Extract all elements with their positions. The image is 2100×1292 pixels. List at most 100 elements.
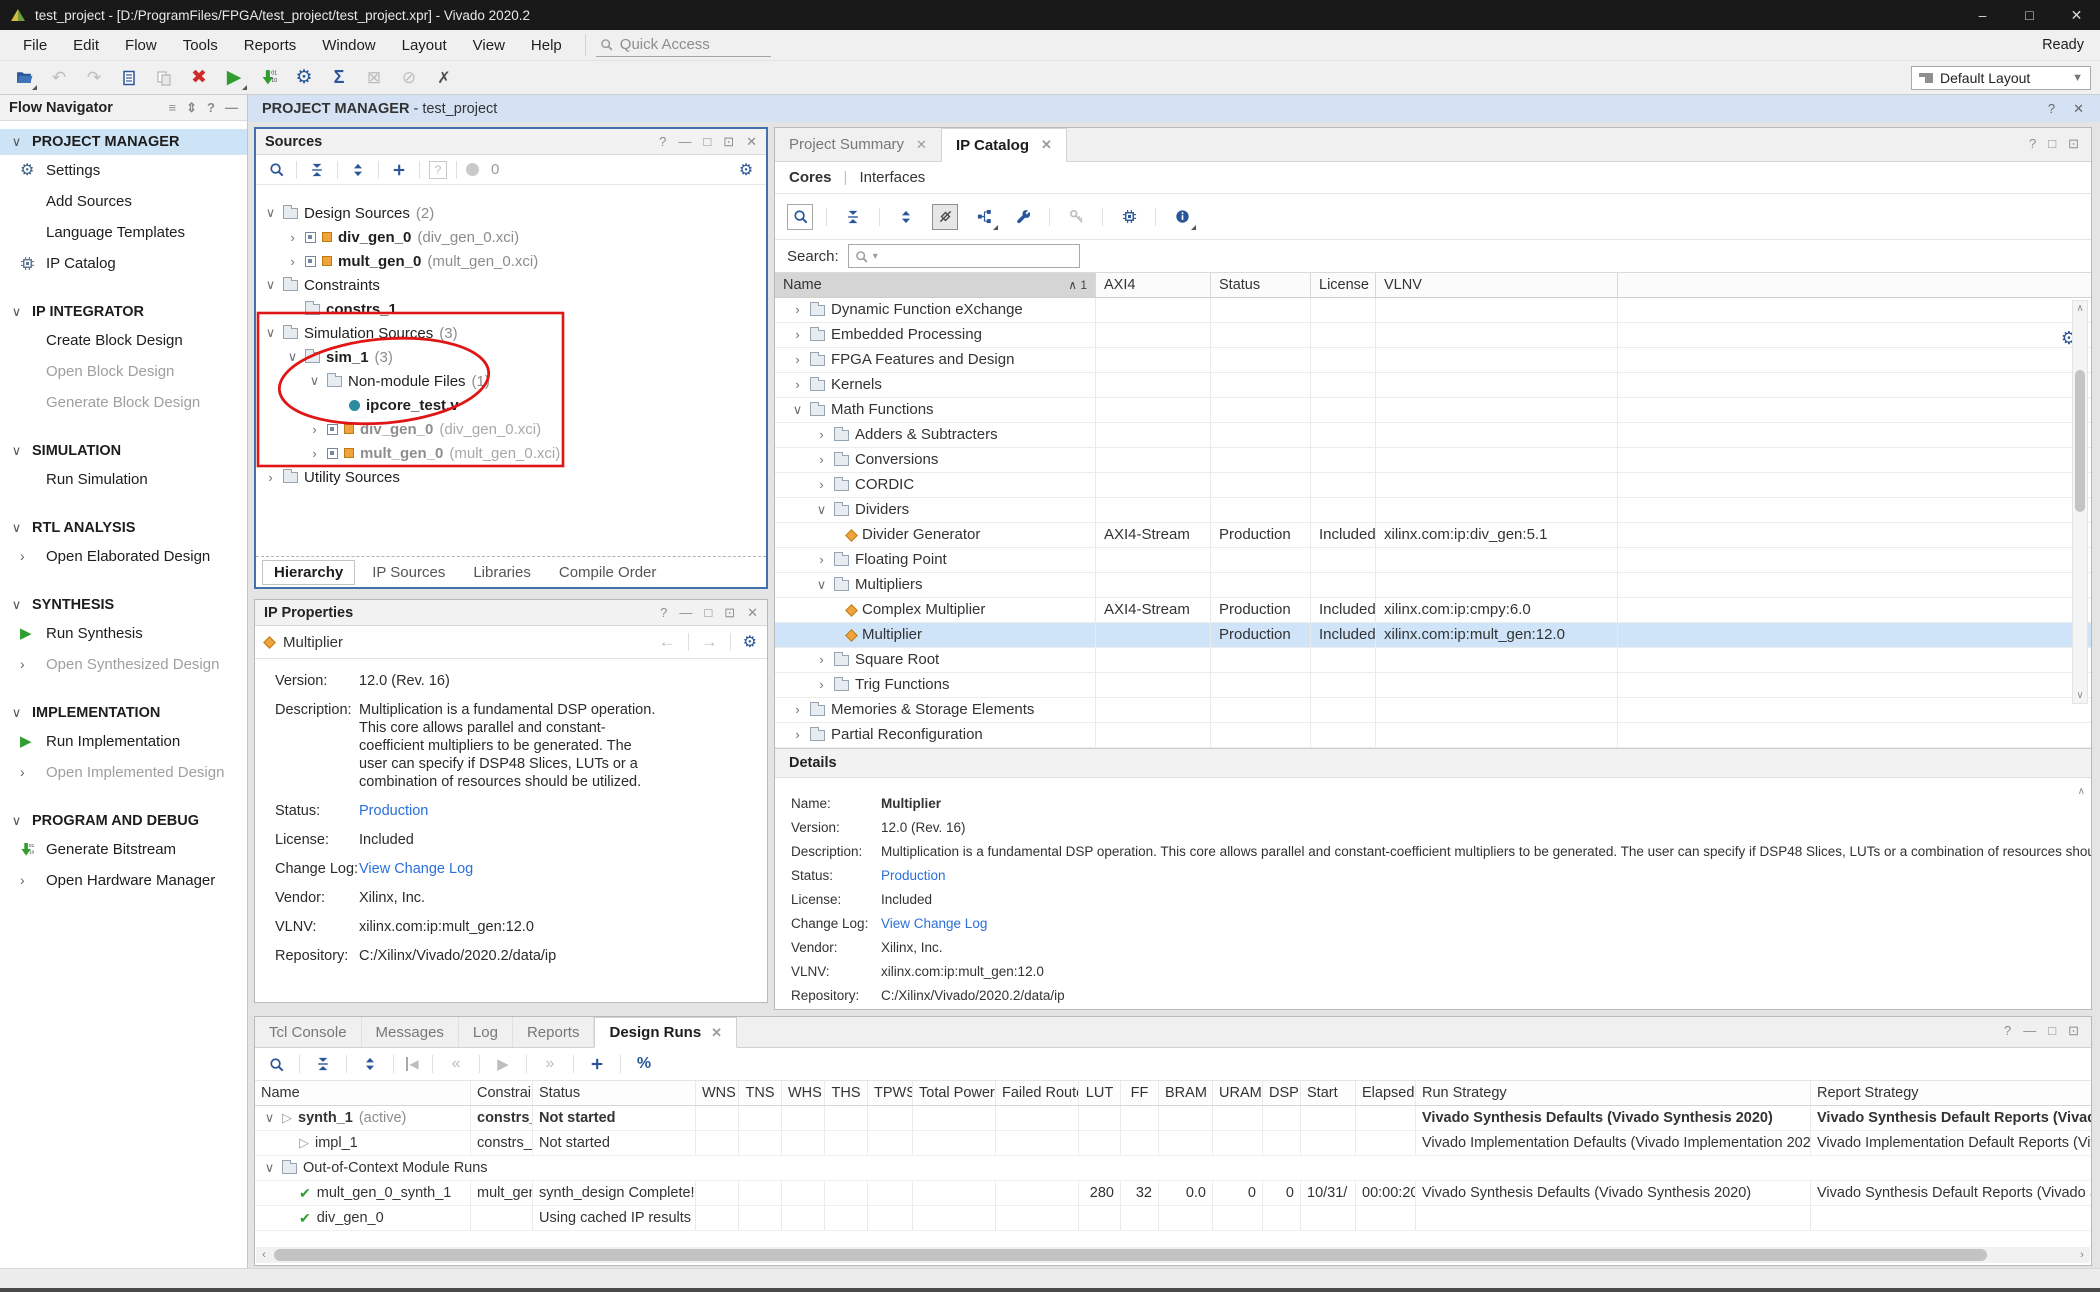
tree-row[interactable]: ›CORDIC xyxy=(775,473,2091,498)
tree-row[interactable]: ›Adders & Subtracters xyxy=(775,423,2091,448)
dock-icon[interactable]: ≡ xyxy=(169,100,177,116)
search-icon[interactable] xyxy=(787,204,813,230)
section-program-and-debug[interactable]: ∨PROGRAM AND DEBUG xyxy=(0,808,247,834)
expand-all-icon[interactable] xyxy=(893,204,919,230)
nav-settings[interactable]: ⚙Settings xyxy=(0,155,247,186)
section-project-manager[interactable]: ∨PROJECT MANAGER xyxy=(0,129,247,155)
run-row-synth-1[interactable]: ∨▷synth_1 (active) constrs_1 Not started… xyxy=(255,1106,2091,1131)
run-icon[interactable]: ▶ xyxy=(222,66,246,90)
column[interactable]: Constraints xyxy=(471,1081,533,1105)
scroll-right-icon[interactable]: › xyxy=(2074,1249,2090,1261)
tree-row[interactable]: ›Partial Reconfiguration xyxy=(775,723,2091,748)
settings-gear-icon[interactable]: ⚙ xyxy=(292,66,316,90)
tree-row[interactable]: ›Embedded Processing xyxy=(775,323,2091,348)
column[interactable]: Failed Routes xyxy=(996,1081,1079,1105)
nav-add-sources[interactable]: Add Sources xyxy=(0,186,247,217)
search-input[interactable] xyxy=(883,248,1053,264)
column-vlnv[interactable]: VLNV xyxy=(1376,273,1618,297)
expand-all-icon[interactable] xyxy=(359,1053,381,1075)
tree-item-constrs-1[interactable]: constrs_1 xyxy=(256,297,766,321)
tab-ip-catalog[interactable]: IP Catalog✕ xyxy=(941,128,1067,162)
tree-row-complex-multiplier[interactable]: Complex MultiplierAXI4-StreamProductionI… xyxy=(775,598,2091,623)
close-panel-icon[interactable]: ✕ xyxy=(747,605,758,621)
nav-generate-bitstream[interactable]: Generate Bitstream xyxy=(0,834,247,865)
tree-row[interactable]: ›Memories & Storage Elements xyxy=(775,698,2091,723)
scroll-up-icon[interactable]: ∧ xyxy=(2078,786,2085,797)
search-icon[interactable] xyxy=(265,159,287,181)
nav-open-block-design[interactable]: Open Block Design xyxy=(0,356,247,387)
nav-generate-block-design[interactable]: Generate Block Design xyxy=(0,387,247,418)
column[interactable]: URAM xyxy=(1213,1081,1263,1105)
column[interactable]: LUT xyxy=(1079,1081,1121,1105)
step-forward-icon[interactable]: » xyxy=(539,1053,561,1075)
tab-hierarchy[interactable]: Hierarchy xyxy=(262,560,355,585)
tab-messages[interactable]: Messages xyxy=(362,1017,459,1047)
redo-icon[interactable]: ↷ xyxy=(82,66,106,90)
forward-arrow-icon[interactable]: → xyxy=(701,632,718,652)
tree-row[interactable]: ›Floating Point xyxy=(775,548,2091,573)
tree-item-sim-div-gen-0[interactable]: ›div_gen_0(div_gen_0.xci) xyxy=(256,417,766,441)
search-icon[interactable] xyxy=(265,1053,287,1075)
tab-log[interactable]: Log xyxy=(459,1017,513,1047)
tree-item-constraints[interactable]: ∨Constraints xyxy=(256,273,766,297)
float-panel-icon[interactable]: ⊡ xyxy=(2068,136,2079,152)
menu-reports[interactable]: Reports xyxy=(231,37,310,54)
undo-icon[interactable]: ↶ xyxy=(47,66,71,90)
close-button[interactable]: ✕ xyxy=(2053,0,2100,30)
help-icon[interactable]: ? xyxy=(207,100,215,116)
tab-compile-order[interactable]: Compile Order xyxy=(548,561,668,584)
delete-icon[interactable]: ✖ xyxy=(187,66,211,90)
catalog-search-box[interactable]: ▾ xyxy=(848,244,1080,268)
column[interactable]: Start xyxy=(1301,1081,1356,1105)
tree-item-simulation-sources[interactable]: ∨Simulation Sources(3) xyxy=(256,321,766,345)
section-synthesis[interactable]: ∨SYNTHESIS xyxy=(0,592,247,618)
column[interactable]: TNS xyxy=(739,1081,782,1105)
close-tab-icon[interactable]: ✕ xyxy=(916,137,927,153)
maximize-panel-icon[interactable]: □ xyxy=(703,134,711,150)
nav-create-block-design[interactable]: Create Block Design xyxy=(0,325,247,356)
go-to-start-icon[interactable]: ◀ xyxy=(406,1057,420,1071)
menu-edit[interactable]: Edit xyxy=(60,37,112,54)
column[interactable]: TPWS xyxy=(868,1081,913,1105)
create-run-icon[interactable] xyxy=(586,1053,608,1075)
column[interactable]: Name xyxy=(255,1081,471,1105)
section-implementation[interactable]: ∨IMPLEMENTATION xyxy=(0,700,247,726)
menu-window[interactable]: Window xyxy=(309,37,388,54)
maximize-panel-icon[interactable]: □ xyxy=(2048,1023,2056,1039)
minimize-button[interactable]: – xyxy=(1959,0,2006,30)
open-project-icon[interactable] xyxy=(12,66,36,90)
column-axi4[interactable]: AXI4 xyxy=(1096,273,1211,297)
scroll-left-icon[interactable]: ‹ xyxy=(256,1249,272,1261)
menu-file[interactable]: File xyxy=(10,37,60,54)
filter-ip-icon[interactable] xyxy=(932,204,958,230)
close-panel-icon[interactable]: ✕ xyxy=(746,134,757,150)
nav-run-synthesis[interactable]: ▶Run Synthesis xyxy=(0,618,247,649)
float-panel-icon[interactable]: ⊡ xyxy=(2068,1023,2079,1039)
view-cores[interactable]: Cores xyxy=(789,169,832,186)
help-icon[interactable]: ? xyxy=(2029,136,2036,152)
tree-item-mult-gen-0[interactable]: ›mult_gen_0(mult_gen_0.xci) xyxy=(256,249,766,273)
menu-tools[interactable]: Tools xyxy=(170,37,231,54)
scroll-up-icon[interactable]: ∧ xyxy=(2076,303,2083,314)
tree-row-multiplier-selected[interactable]: MultiplierProductionIncludedxilinx.com:i… xyxy=(775,623,2091,648)
close-tab-icon[interactable]: ✕ xyxy=(1041,137,1052,153)
help-icon[interactable]: ? xyxy=(660,605,667,621)
column[interactable]: THS xyxy=(825,1081,868,1105)
nav-open-implemented-design[interactable]: ›Open Implemented Design xyxy=(0,757,247,788)
add-sources-icon[interactable] xyxy=(388,159,410,181)
nav-open-synthesized-design[interactable]: ›Open Synthesized Design xyxy=(0,649,247,680)
tree-row[interactable]: ›FPGA Features and Design xyxy=(775,348,2091,373)
tree-item-non-module-files[interactable]: ∨Non-module Files(1) xyxy=(256,369,766,393)
copy-icon[interactable] xyxy=(152,66,176,90)
back-arrow-icon[interactable]: ← xyxy=(659,632,676,652)
nav-run-implementation[interactable]: ▶Run Implementation xyxy=(0,726,247,757)
menu-help[interactable]: Help xyxy=(518,37,575,54)
run-icon[interactable]: ▶ xyxy=(492,1053,514,1075)
maximize-panel-icon[interactable]: □ xyxy=(704,605,712,621)
gear-icon[interactable]: ⚙ xyxy=(735,159,757,181)
missing-sources-icon[interactable]: ? xyxy=(429,161,447,179)
run-row-ooc-group[interactable]: ∨Out-of-Context Module Runs xyxy=(255,1156,2091,1181)
group-by-hierarchy-icon[interactable] xyxy=(971,204,997,230)
scrollbar-thumb[interactable] xyxy=(274,1249,1987,1261)
section-ip-integrator[interactable]: ∨IP INTEGRATOR xyxy=(0,299,247,325)
